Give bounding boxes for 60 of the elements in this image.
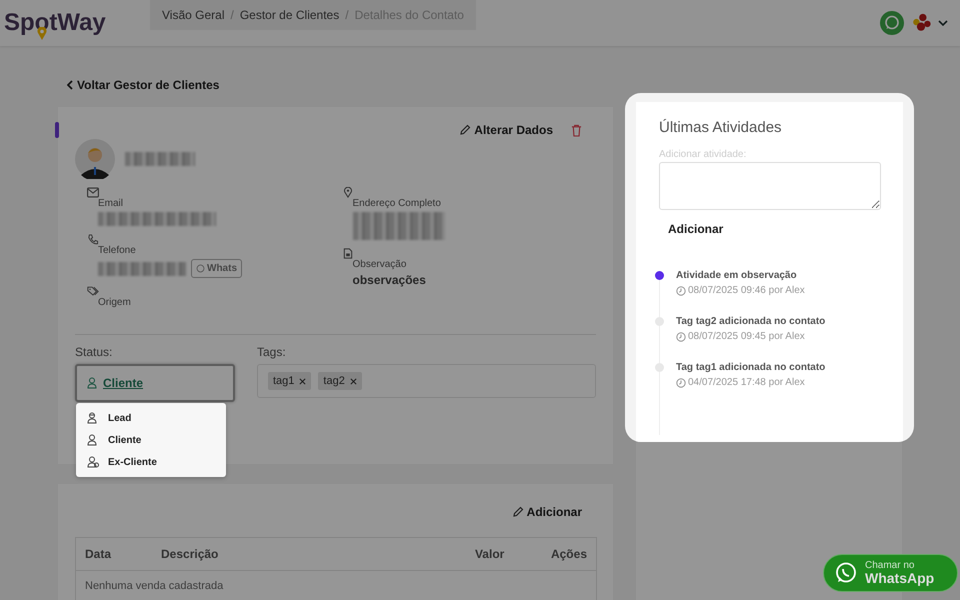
- column-header: Descrição: [161, 547, 220, 561]
- person-icon: [87, 434, 99, 446]
- add-button[interactable]: Adicionar: [668, 222, 724, 236]
- pencil-icon: [512, 506, 524, 518]
- location-pin-icon: [342, 187, 354, 198]
- breadcrumb-link[interactable]: Visão Geral: [162, 8, 224, 22]
- tag-chip[interactable]: tag1: [268, 372, 312, 390]
- activity-input[interactable]: [659, 162, 881, 210]
- status-option[interactable]: Lead: [76, 407, 226, 429]
- panel-title: Últimas Atividades: [659, 119, 783, 136]
- pencil-icon: [459, 124, 472, 136]
- avatar-icon: [75, 139, 115, 179]
- chevron-left-icon: [67, 80, 73, 90]
- column-header: Ações: [550, 547, 587, 561]
- add-button[interactable]: Adicionar: [512, 504, 582, 518]
- column-header: Data: [85, 547, 112, 561]
- activity-text: Tag tag1 adicionada no contato: [676, 362, 826, 373]
- field-label: Observação: [352, 259, 408, 270]
- document-icon: [342, 248, 354, 259]
- activity-text: Tag tag2 adicionada no contato: [676, 316, 826, 327]
- tags-input[interactable]: tag1 tag2: [257, 364, 596, 398]
- person-icon: [87, 412, 99, 424]
- person-icon: [86, 377, 98, 389]
- person-icon: [87, 456, 99, 468]
- close-icon[interactable]: [299, 378, 306, 384]
- column-header: Valor: [474, 547, 506, 561]
- back-link[interactable]: Voltar Gestor de Clientes: [67, 78, 220, 92]
- activity-text: Atividade em observação: [676, 270, 798, 281]
- tag-chip[interactable]: tag2: [318, 372, 362, 390]
- status-option[interactable]: Ex-Cliente: [76, 451, 226, 473]
- breadcrumb-link[interactable]: Gestor de Clientes: [240, 8, 340, 22]
- edit-button[interactable]: Alterar Dados: [459, 123, 553, 137]
- tags-label: Tags:: [257, 345, 287, 359]
- status-option[interactable]: Cliente: [76, 429, 226, 451]
- tags-icon: [87, 286, 99, 297]
- clock-icon: [676, 378, 686, 388]
- activity-meta: 04/07/2025 17:48 por Alex: [688, 377, 805, 388]
- spotway-logo[interactable]: SpotWay: [4, 9, 150, 37]
- empty-message: Nenhuma venda cadastrada: [84, 579, 224, 594]
- whatsapp-button[interactable]: Whats: [191, 259, 242, 278]
- breadcrumb-separator: /: [230, 8, 234, 22]
- whatsapp-chat-button[interactable]: Chamar no WhatsApp: [823, 554, 958, 592]
- phone-icon: [87, 234, 99, 245]
- trash-icon[interactable]: [571, 124, 582, 136]
- field-label: Endereço Completo: [352, 198, 442, 209]
- chevron-down-icon[interactable]: [938, 20, 948, 26]
- envelope-icon: [87, 187, 99, 198]
- field-label: Email: [98, 198, 124, 209]
- activity-meta: 08/07/2025 09:46 por Alex: [688, 285, 805, 296]
- field-value: observações: [352, 273, 427, 287]
- clock-icon: [676, 332, 686, 342]
- status-select[interactable]: Cliente: [75, 364, 235, 402]
- activity-meta: 08/07/2025 09:45 por Alex: [688, 331, 805, 342]
- status-label: Status:: [75, 345, 114, 359]
- close-icon[interactable]: [350, 378, 357, 384]
- breadcrumb-separator: /: [345, 8, 349, 22]
- field-label: Telefone: [98, 245, 137, 256]
- clock-icon: [676, 286, 686, 296]
- redacted-name: [125, 152, 195, 166]
- field-label: Origem: [98, 297, 132, 308]
